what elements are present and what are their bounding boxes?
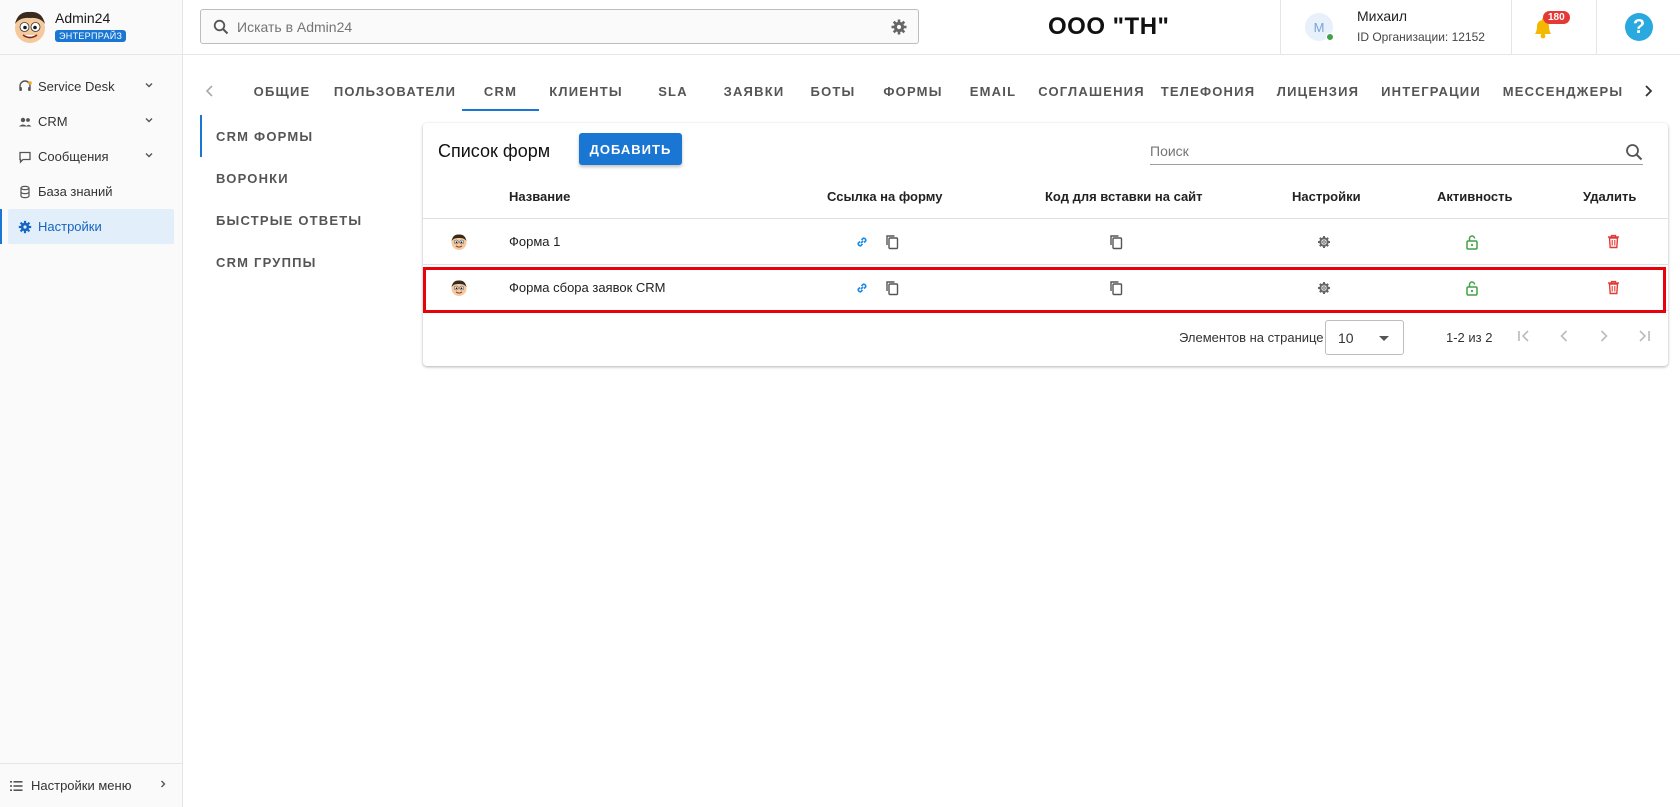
sidebar-item-label: Service Desk xyxy=(38,79,115,94)
copy-icon[interactable] xyxy=(885,234,899,250)
online-status-dot xyxy=(1326,33,1334,41)
forms-search-input[interactable] xyxy=(1150,137,1610,159)
sidebar-item-service-desk[interactable]: Service Desk xyxy=(0,69,174,104)
column-header-activity: Активность xyxy=(1437,189,1513,204)
tab-integrations[interactable]: ИНТЕГРАЦИИ xyxy=(1372,71,1490,111)
link-icon[interactable] xyxy=(855,235,869,249)
menu-settings-label: Настройки меню xyxy=(31,778,132,793)
column-header-settings: Настройки xyxy=(1292,189,1361,204)
chat-icon xyxy=(17,149,32,164)
sidebar-item-label: Сообщения xyxy=(38,149,109,164)
search-icon xyxy=(213,19,229,34)
notification-count-badge: 180 xyxy=(1543,11,1570,24)
delete-icon[interactable] xyxy=(1607,234,1620,249)
items-per-page-select[interactable]: 10 xyxy=(1325,320,1404,355)
first-page-icon[interactable] xyxy=(1515,327,1533,345)
form-avatar-icon xyxy=(451,234,467,250)
menu-settings-button[interactable]: Настройки меню xyxy=(0,763,182,807)
subnav-crm-forms[interactable]: CRM ФОРМЫ xyxy=(200,115,400,157)
highlight-frame xyxy=(423,267,1666,313)
global-search-input[interactable] xyxy=(237,18,877,35)
page-range: 1-2 из 2 xyxy=(1446,330,1493,345)
chevron-down-icon xyxy=(145,153,153,158)
organization-name: ООО "ТН" xyxy=(1048,13,1170,40)
topbar-divider xyxy=(1596,0,1597,55)
brand[interactable]: Admin24 ЭНТЕРПРАЙЗ xyxy=(0,0,182,55)
database-icon xyxy=(17,184,32,199)
lock-open-icon[interactable] xyxy=(1465,234,1479,250)
tab-users[interactable]: ПОЛЬЗОВАТЕЛИ xyxy=(328,71,462,111)
copy-embed-code-icon[interactable] xyxy=(1109,234,1123,250)
chevron-right-icon xyxy=(161,780,166,788)
search-settings-gear-icon[interactable] xyxy=(890,18,908,36)
tabs-scroll-right-icon[interactable] xyxy=(1638,81,1658,101)
user-name: Михаил xyxy=(1357,8,1408,24)
table-header: Название Ссылка на форму Код для вставки… xyxy=(423,175,1668,219)
subnav-crm-groups[interactable]: CRM ГРУППЫ xyxy=(200,241,400,283)
sidebar-item-label: База знаний xyxy=(38,184,113,199)
subnav-quick-replies[interactable]: БЫСТРЫЕ ОТВЕТЫ xyxy=(200,199,400,241)
sidebar-item-label: CRM xyxy=(38,114,68,129)
tab-requests[interactable]: ЗАЯВКИ xyxy=(713,71,795,111)
last-page-icon[interactable] xyxy=(1635,327,1653,345)
gear-icon xyxy=(17,219,32,234)
pagination: Элементов на странице 10 1-2 из 2 xyxy=(423,310,1668,366)
user-profile[interactable]: М Михаил ID Организации: 12152 xyxy=(1280,0,1512,55)
mascot-logo-icon xyxy=(15,11,45,43)
tab-general[interactable]: ОБЩИЕ xyxy=(236,71,328,111)
tab-messengers[interactable]: МЕССЕНДЖЕРЫ xyxy=(1490,71,1636,111)
tab-email[interactable]: EMAIL xyxy=(955,71,1031,111)
global-search[interactable] xyxy=(200,9,919,44)
tab-clients[interactable]: КЛИЕНТЫ xyxy=(539,71,633,111)
column-header-name[interactable]: Название xyxy=(509,189,570,204)
page-title: Список форм xyxy=(438,141,551,161)
sidebar-item-crm[interactable]: CRM xyxy=(0,104,174,139)
dropdown-caret-icon xyxy=(1379,336,1389,341)
tab-license[interactable]: ЛИЦЕНЗИЯ xyxy=(1264,71,1372,111)
form-name[interactable]: Форма 1 xyxy=(509,234,560,249)
headset-icon xyxy=(17,79,32,94)
tab-bots[interactable]: БОТЫ xyxy=(795,71,871,111)
sidebar-item-label: Настройки xyxy=(38,219,102,234)
sidebar: Admin24 ЭНТЕРПРАЙЗ Service Desk CRM Сооб… xyxy=(0,0,183,807)
tab-crm[interactable]: CRM xyxy=(462,71,539,111)
people-icon xyxy=(17,114,32,129)
tabs-scroll-left-icon[interactable] xyxy=(200,81,220,101)
crm-subnav: CRM ФОРМЫ ВОРОНКИ БЫСТРЫЕ ОТВЕТЫ CRM ГРУ… xyxy=(200,115,400,283)
tab-sla[interactable]: SLA xyxy=(633,71,713,111)
settings-tabs: ОБЩИЕ ПОЛЬЗОВАТЕЛИ CRM КЛИЕНТЫ SLA ЗАЯВК… xyxy=(200,71,1667,111)
next-page-icon[interactable] xyxy=(1595,327,1613,345)
items-per-page-value: 10 xyxy=(1338,329,1354,346)
settings-gear-icon[interactable] xyxy=(1317,235,1331,249)
sidebar-item-knowledge-base[interactable]: База знаний xyxy=(0,174,174,209)
previous-page-icon[interactable] xyxy=(1555,327,1573,345)
chevron-down-icon xyxy=(145,118,153,123)
tab-telephony[interactable]: ТЕЛЕФОНИЯ xyxy=(1152,71,1264,111)
help-button[interactable]: ? xyxy=(1625,13,1653,41)
column-header-delete: Удалить xyxy=(1583,189,1637,204)
column-header-form-link: Ссылка на форму xyxy=(827,189,943,204)
tab-forms[interactable]: ФОРМЫ xyxy=(871,71,955,111)
items-per-page-label: Элементов на странице xyxy=(1179,330,1324,345)
organization-id: ID Организации: 12152 xyxy=(1357,30,1485,44)
search-icon[interactable] xyxy=(1625,143,1643,161)
notifications-button[interactable]: 180 xyxy=(1530,11,1570,45)
subnav-funnels[interactable]: ВОРОНКИ xyxy=(200,157,400,199)
list-icon xyxy=(10,780,23,792)
tab-agreements[interactable]: СОГЛАШЕНИЯ xyxy=(1031,71,1152,111)
sidebar-nav: Service Desk CRM Сообщения База знаний Н… xyxy=(0,55,182,244)
edition-badge: ЭНТЕРПРАЙЗ xyxy=(55,30,127,42)
sidebar-item-settings[interactable]: Настройки xyxy=(0,209,174,244)
top-bar: ООО "ТН" М Михаил ID Организации: 12152 … xyxy=(183,0,1680,55)
sidebar-item-messages[interactable]: Сообщения xyxy=(0,139,174,174)
column-header-embed-code: Код для вставки на сайт xyxy=(1045,189,1203,204)
forms-list-card: Список форм ДОБАВИТЬ Название Ссылка на … xyxy=(423,123,1668,366)
table-row[interactable]: Форма 1 xyxy=(423,219,1668,265)
add-form-button[interactable]: ДОБАВИТЬ xyxy=(579,133,682,165)
chevron-down-icon xyxy=(145,83,153,88)
brand-name: Admin24 xyxy=(55,10,111,26)
forms-search[interactable] xyxy=(1150,137,1643,165)
